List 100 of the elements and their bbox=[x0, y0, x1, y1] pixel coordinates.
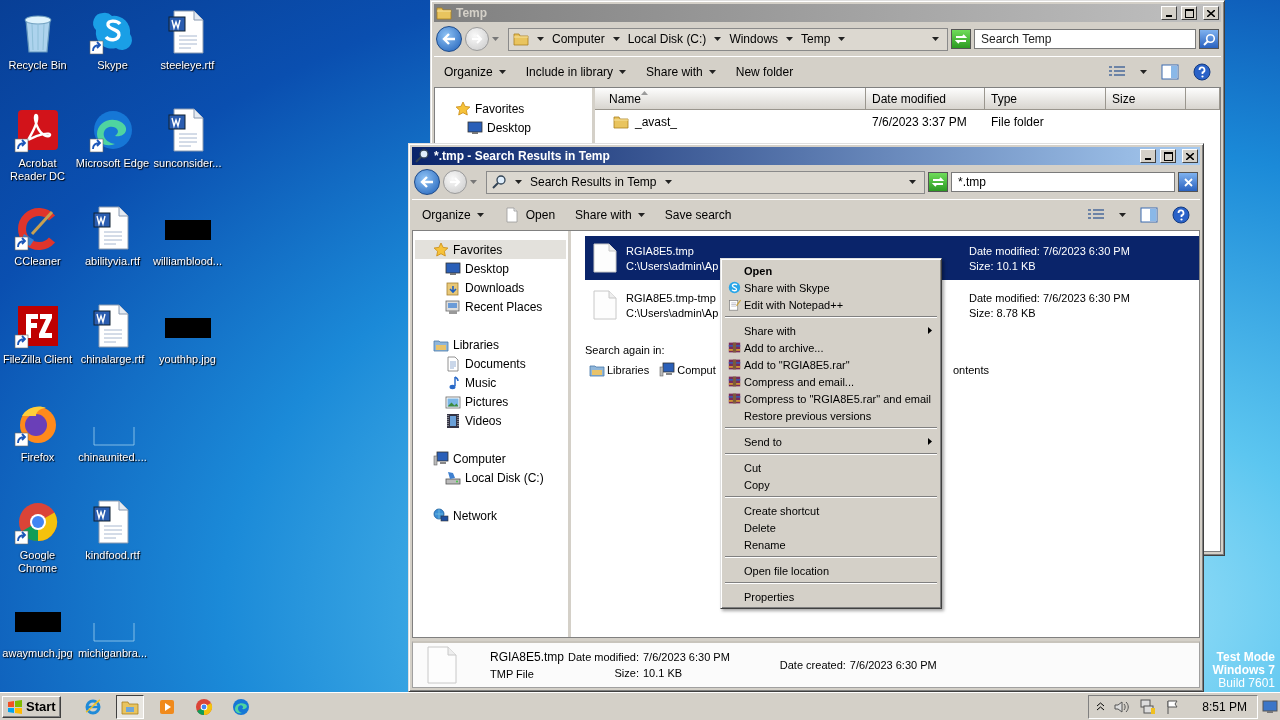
search-location-link[interactable]: Libraries bbox=[589, 362, 650, 378]
breadcrumb[interactable]: Computer bbox=[552, 32, 620, 46]
desktop-shortcut[interactable]: youthhp.jpg bbox=[150, 302, 225, 400]
back-button[interactable] bbox=[436, 26, 462, 52]
minimize-button[interactable] bbox=[1161, 6, 1177, 20]
menu-item[interactable]: Rename bbox=[724, 536, 938, 553]
desktop-shortcut[interactable]: chinalarge.rtf bbox=[75, 302, 150, 400]
desktop-shortcut[interactable]: kindfood.rtf bbox=[75, 498, 150, 596]
desktop-shortcut[interactable]: williamblood... bbox=[150, 204, 225, 302]
column-header[interactable]: Type bbox=[985, 88, 1106, 110]
nav-item[interactable]: Local Disk (C:) bbox=[415, 468, 566, 487]
menu-item[interactable]: Delete bbox=[724, 519, 938, 536]
help-button[interactable] bbox=[1172, 206, 1190, 224]
nav-item[interactable]: Downloads bbox=[415, 278, 566, 297]
address-bar[interactable]: Computer Local Disk (C:) Windows Temp bbox=[508, 27, 948, 51]
nav-item[interactable]: Computer bbox=[415, 449, 566, 468]
breadcrumb[interactable]: Windows bbox=[729, 32, 794, 46]
menu-item[interactable]: Send to bbox=[724, 433, 938, 450]
toolbar-button[interactable]: Share with bbox=[646, 63, 716, 81]
menu-item[interactable]: Compress and email... bbox=[724, 373, 938, 390]
desktop-shortcut[interactable]: Google Chrome bbox=[0, 498, 75, 596]
refresh-button[interactable] bbox=[928, 172, 948, 192]
desktop-shortcut[interactable]: Recycle Bin bbox=[0, 8, 75, 106]
nav-item[interactable]: Desktop bbox=[437, 118, 590, 137]
breadcrumb[interactable]: Search Results in Temp bbox=[530, 175, 672, 189]
clock[interactable]: 8:51 PM bbox=[1202, 699, 1247, 714]
desktop-shortcut[interactable]: Microsoft Edge bbox=[75, 106, 150, 204]
toolbar-button[interactable]: Organize bbox=[444, 63, 506, 81]
desktop-shortcut[interactable]: abilityvia.rtf bbox=[75, 204, 150, 302]
views-menu-button[interactable] bbox=[1119, 213, 1126, 217]
views-button[interactable] bbox=[1108, 65, 1126, 79]
nav-item[interactable]: Videos bbox=[415, 411, 566, 430]
desktop-shortcut[interactable]: sunconsider... bbox=[150, 106, 225, 204]
search-field[interactable]: *.tmp bbox=[951, 172, 1175, 192]
nav-item[interactable]: Recent Places bbox=[415, 297, 566, 316]
menu-item[interactable]: Restore previous versions bbox=[724, 407, 938, 424]
column-header[interactable]: Name bbox=[595, 88, 866, 110]
start-button[interactable]: Start bbox=[2, 695, 61, 718]
toolbar-button[interactable]: Include in library bbox=[525, 63, 627, 81]
toolbar-button[interactable]: New folder bbox=[735, 63, 794, 81]
file-name[interactable]: RGIA8E5.tmp-tmp bbox=[626, 291, 716, 304]
menu-item[interactable]: Edit with Notepad++ bbox=[724, 296, 938, 313]
nav-item[interactable]: Favorites bbox=[437, 99, 590, 118]
menu-item[interactable]: Share with Skype bbox=[724, 279, 938, 296]
address-bar[interactable]: Search Results in Temp bbox=[486, 170, 925, 194]
toolbar-button[interactable]: Open bbox=[503, 205, 556, 225]
preview-pane-button[interactable] bbox=[1140, 207, 1158, 223]
toolbar-button[interactable]: Organize bbox=[422, 206, 484, 224]
desktop-shortcut[interactable]: michiganbra... bbox=[75, 596, 150, 692]
views-menu-button[interactable] bbox=[1140, 70, 1147, 74]
menu-item[interactable]: Compress to "RGIA8E5.rar" and email bbox=[724, 390, 938, 407]
nav-item[interactable]: Pictures bbox=[415, 392, 566, 411]
desktop-shortcut[interactable]: steeleye.rtf bbox=[150, 8, 225, 106]
menu-item[interactable]: Open file location bbox=[724, 562, 938, 579]
browser-logo-icon bbox=[231, 697, 250, 716]
help-button[interactable] bbox=[1193, 63, 1211, 81]
menu-item[interactable]: Create shortcut bbox=[724, 502, 938, 519]
breadcrumb[interactable]: Temp bbox=[801, 32, 846, 46]
desktop-shortcut[interactable]: Firefox bbox=[0, 400, 75, 498]
file-name-cell[interactable]: _avast_ bbox=[595, 114, 866, 130]
clear-search-button[interactable] bbox=[1178, 172, 1198, 192]
desktop-shortcut[interactable]: Skype bbox=[75, 8, 150, 106]
nav-item[interactable]: Music bbox=[415, 373, 566, 392]
preview-pane-button[interactable] bbox=[1161, 64, 1179, 80]
nav-item[interactable]: Libraries bbox=[415, 335, 566, 354]
nav-item[interactable]: Network bbox=[415, 506, 566, 525]
search-field[interactable]: Search Temp bbox=[974, 29, 1196, 49]
views-button[interactable] bbox=[1087, 208, 1105, 222]
search-location-link[interactable]: Comput bbox=[659, 362, 716, 378]
search-button[interactable] bbox=[1199, 29, 1219, 49]
desktop-shortcut[interactable]: Acrobat Reader DC bbox=[0, 106, 75, 204]
desktop-shortcut[interactable]: awaymuch.jpg bbox=[0, 596, 75, 692]
menu-item[interactable]: Add to archive... bbox=[724, 339, 938, 356]
nav-item[interactable]: Desktop bbox=[415, 259, 566, 278]
column-header[interactable]: Date modified bbox=[866, 88, 985, 110]
menu-item[interactable]: Add to "RGIA8E5.rar" bbox=[724, 356, 938, 373]
close-button[interactable] bbox=[1182, 149, 1198, 163]
menu-item[interactable]: Share with bbox=[724, 322, 938, 339]
search-location-link[interactable]: ontents bbox=[952, 364, 989, 376]
toolbar-button[interactable]: Save search bbox=[664, 206, 732, 224]
nav-item[interactable]: Documents bbox=[415, 354, 566, 373]
menu-item[interactable]: Open bbox=[724, 262, 938, 279]
breadcrumb[interactable]: Local Disk (C:) bbox=[627, 32, 722, 46]
desktop-shortcut[interactable]: chinaunited.... bbox=[75, 400, 150, 498]
desktop-shortcut[interactable]: CCleaner bbox=[0, 204, 75, 302]
column-header[interactable]: Size bbox=[1106, 88, 1186, 110]
nav-item[interactable]: Favorites bbox=[415, 240, 566, 259]
desktop-shortcut[interactable]: FileZilla Client bbox=[0, 302, 75, 400]
menu-item[interactable]: Copy bbox=[724, 476, 938, 493]
maximize-button[interactable] bbox=[1181, 6, 1197, 20]
refresh-button[interactable] bbox=[951, 29, 971, 49]
back-button[interactable] bbox=[414, 169, 440, 195]
minimize-button[interactable] bbox=[1140, 149, 1156, 163]
menu-item[interactable]: Properties bbox=[724, 588, 938, 605]
taskbar-button[interactable] bbox=[115, 694, 144, 719]
menu-item[interactable]: Cut bbox=[724, 459, 938, 476]
toolbar-button[interactable]: Share with bbox=[575, 206, 645, 224]
close-button[interactable] bbox=[1203, 6, 1219, 20]
maximize-button[interactable] bbox=[1160, 149, 1176, 163]
show-desktop-button[interactable] bbox=[1262, 699, 1278, 714]
